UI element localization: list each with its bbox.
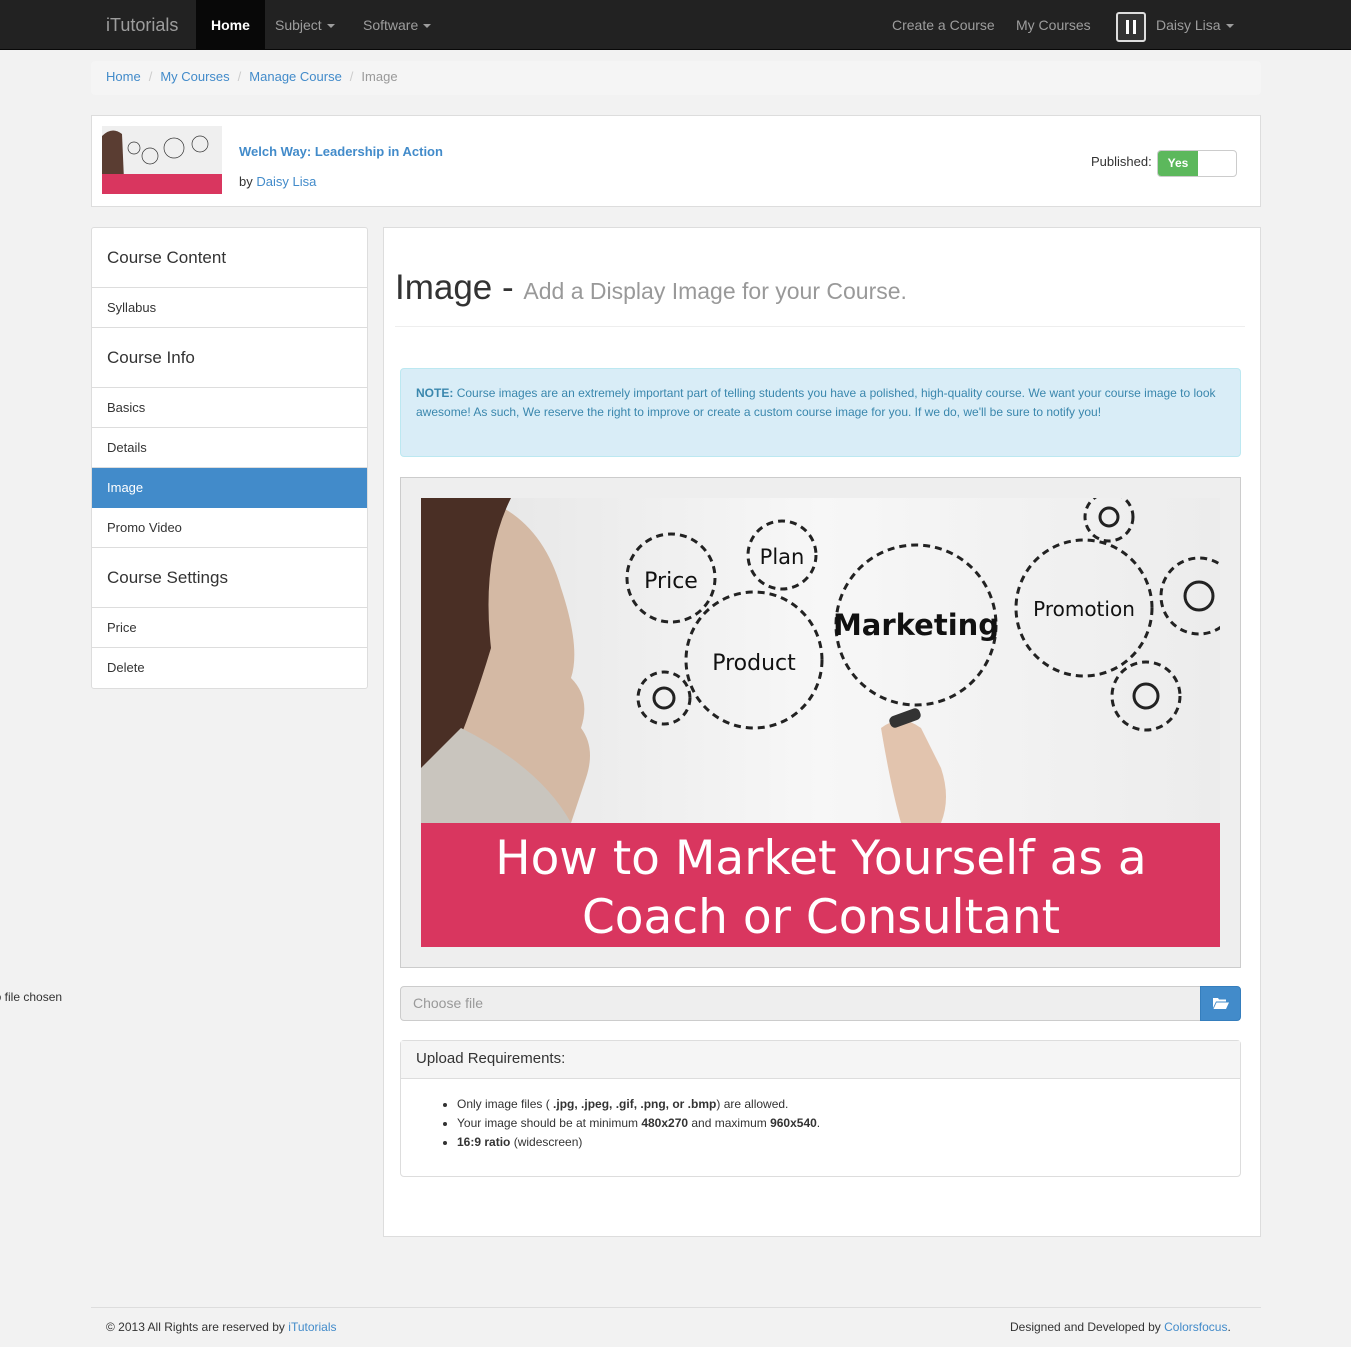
published-toggle[interactable]: Yes (1157, 150, 1237, 177)
nav-home[interactable]: Home (196, 0, 265, 50)
gear-label-promotion: Promotion (1033, 597, 1135, 621)
sidebar-heading-course-content: Course Content (92, 228, 367, 288)
sidebar-item-delete[interactable]: Delete (92, 648, 367, 688)
published-label: Published: (1091, 154, 1152, 169)
nav-software-dropdown[interactable]: Software (348, 0, 446, 50)
breadcrumb: Home / My Courses / Manage Course / Image (91, 61, 1261, 95)
breadcrumb-current: Image (361, 69, 398, 84)
breadcrumb-home[interactable]: Home (106, 69, 141, 84)
course-thumbnail[interactable] (102, 126, 222, 194)
nav-subject-dropdown[interactable]: Subject (260, 0, 350, 50)
note-text: Course images are an extremely important… (416, 386, 1216, 419)
sidebar-item-price[interactable]: Price (92, 608, 367, 648)
requirement-item: Your image should be at minimum 480x270 … (457, 1114, 1225, 1133)
banner-line-1: How to Market Yourself as a (495, 831, 1146, 886)
sidebar-item-syllabus[interactable]: Syllabus (92, 288, 367, 328)
title-divider (395, 326, 1245, 327)
course-author: by Daisy Lisa (239, 174, 316, 189)
footer-colorsfocus-link[interactable]: Colorsfocus (1164, 1320, 1227, 1334)
requirement-item: Only image files ( .jpg, .jpeg, .gif, .p… (457, 1095, 1225, 1114)
gear-label-product: Product (712, 651, 796, 676)
browse-button[interactable] (1200, 986, 1241, 1021)
main-panel: Image - Add a Display Image for your Cou… (383, 227, 1261, 1237)
gear-label-marketing: Marketing (833, 608, 999, 642)
breadcrumb-manage-course[interactable]: Manage Course (249, 69, 342, 84)
course-sidebar: Course Content Syllabus Course Info Basi… (91, 227, 368, 689)
caret-down-icon (423, 24, 432, 29)
requirement-item: 16:9 ratio (widescreen) (457, 1133, 1225, 1152)
page-title-dash: - (502, 268, 514, 307)
gear-label-price: Price (644, 569, 698, 594)
info-note: NOTE: Course images are an extremely imp… (400, 368, 1241, 457)
sidebar-heading-course-settings: Course Settings (92, 548, 367, 608)
breadcrumb-my-courses[interactable]: My Courses (160, 69, 229, 84)
sidebar-item-details[interactable]: Details (92, 428, 367, 468)
gear-label-plan: Plan (760, 545, 805, 569)
sidebar-item-image[interactable]: Image (92, 468, 367, 508)
author-link[interactable]: Daisy Lisa (256, 174, 316, 189)
published-toggle-value: Yes (1158, 151, 1198, 176)
brand-logo[interactable]: iTutorials (106, 15, 178, 36)
nav-my-courses[interactable]: My Courses (1001, 0, 1106, 50)
file-input[interactable]: Choose file (400, 986, 1201, 1021)
folder-open-icon (1212, 998, 1229, 1009)
banner-line-2: Coach or Consultant (582, 890, 1060, 945)
page-title-text: Image (395, 268, 493, 307)
user-menu-dropdown[interactable]: Daisy Lisa (1141, 0, 1249, 50)
upload-requirements-panel: Upload Requirements: Only image files ( … (400, 1040, 1241, 1177)
footer-divider (91, 1307, 1261, 1308)
nav-create-course[interactable]: Create a Course (877, 0, 1010, 50)
footer-itutorials-link[interactable]: iTutorials (288, 1320, 336, 1334)
footer-credits: Designed and Developed by Colorsfocus. (1010, 1320, 1231, 1334)
upload-requirements-heading: Upload Requirements: (401, 1041, 1240, 1079)
top-navbar: iTutorials Home Subject Software Create … (0, 0, 1351, 50)
by-prefix: by (239, 174, 253, 189)
sidebar-item-promo-video[interactable]: Promo Video (92, 508, 367, 548)
sidebar-item-basics[interactable]: Basics (92, 388, 367, 428)
footer-copyright: © 2013 All Rights are reserved by iTutor… (106, 1320, 337, 1334)
nav-subject-label: Subject (275, 17, 322, 33)
page-title: Image - Add a Display Image for your Cou… (395, 268, 907, 308)
note-label: NOTE: (416, 386, 454, 400)
native-file-input-label: No file chosen (0, 990, 63, 1004)
user-name: Daisy Lisa (1156, 17, 1221, 33)
requirements-list: Only image files ( .jpg, .jpeg, .gif, .p… (401, 1079, 1240, 1152)
page-subtitle: Add a Display Image for your Course. (523, 278, 907, 304)
caret-down-icon (1225, 24, 1234, 29)
course-title-link[interactable]: Welch Way: Leadership in Action (239, 144, 443, 159)
course-image-preview: Price Plan Marketing Product Promotion H… (421, 498, 1220, 947)
caret-down-icon (326, 24, 335, 29)
nav-software-label: Software (363, 17, 419, 33)
course-header: Welch Way: Leadership in Action by Daisy… (91, 115, 1261, 207)
sidebar-heading-course-info: Course Info (92, 328, 367, 388)
image-preview-frame: Price Plan Marketing Product Promotion H… (400, 477, 1241, 968)
